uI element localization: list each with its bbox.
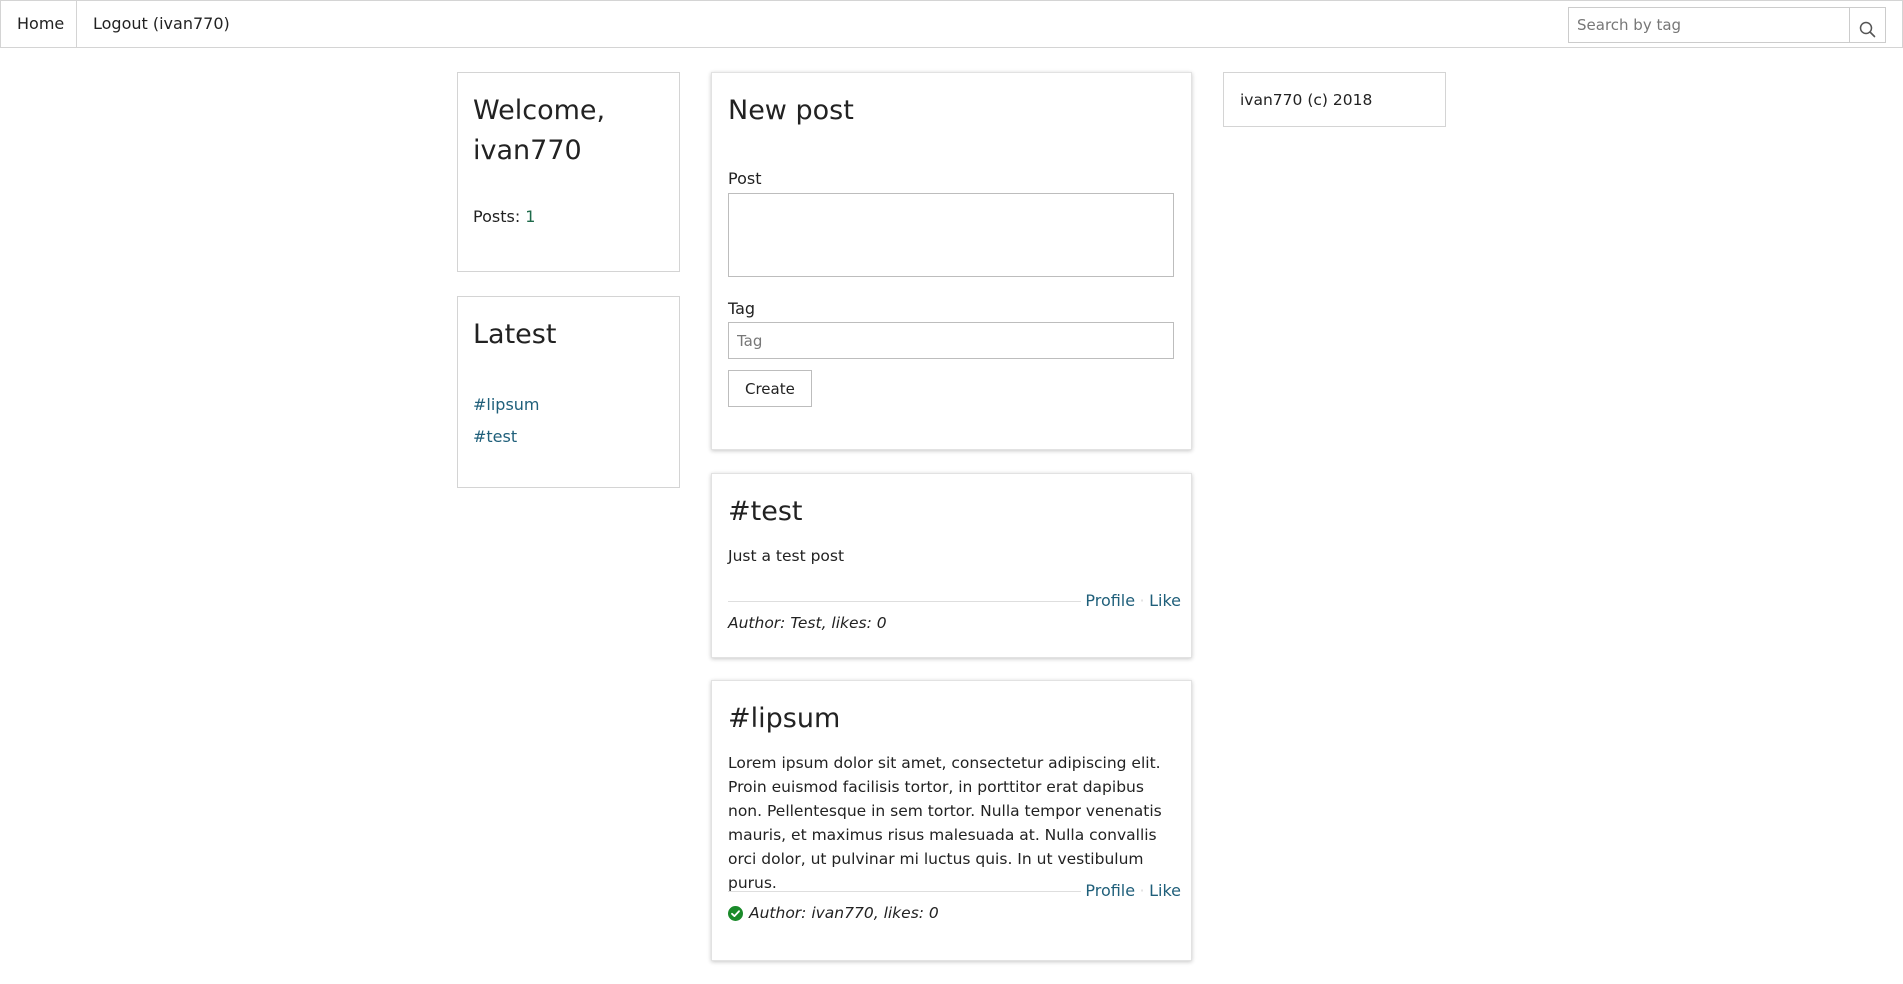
latest-tag-list: #lipsum #test [473, 389, 540, 453]
latest-tag-link[interactable]: #test [473, 421, 540, 453]
welcome-card: Welcome, ivan770 Posts: 1 [457, 72, 680, 272]
posts-count-link[interactable]: 1 [525, 207, 535, 226]
action-separator: · [1139, 881, 1145, 900]
tag-input[interactable] [728, 322, 1174, 359]
action-separator: · [1139, 591, 1145, 610]
post-actions: Profile · Like [728, 589, 1181, 613]
post-textarea[interactable] [728, 193, 1174, 277]
search-form [1568, 7, 1886, 43]
create-post-button[interactable]: Create [728, 370, 812, 407]
welcome-title: Welcome, ivan770 [473, 95, 606, 166]
post-author-text: Author: ivan770, likes: 0 [749, 904, 939, 922]
posts-count-label: Posts: [473, 207, 526, 226]
like-link[interactable]: Like [1149, 591, 1181, 610]
posts-count-line: Posts: 1 [473, 207, 535, 226]
check-circle-icon [728, 906, 743, 921]
footer-card: ivan770 (c) 2018 [1223, 72, 1446, 127]
nav-logout-link[interactable]: Logout (ivan770) [77, 1, 246, 47]
post-field-label: Post [728, 169, 762, 188]
search-icon [1859, 21, 1876, 38]
post-body: Just a test post [728, 547, 845, 565]
latest-tag-link[interactable]: #lipsum [473, 389, 540, 421]
footer-copyright: ivan770 (c) 2018 [1240, 91, 1373, 109]
post-card: #lipsum Lorem ipsum dolor sit amet, cons… [711, 680, 1192, 961]
post-author-line: Author: ivan770, likes: 0 [728, 902, 939, 924]
top-navbar: Home Logout (ivan770) [0, 0, 1903, 48]
post-author-line: Author: Test, likes: 0 [728, 614, 887, 632]
profile-link[interactable]: Profile [1085, 591, 1135, 610]
search-button[interactable] [1849, 7, 1886, 43]
post-tag-title: #test [728, 496, 803, 527]
new-post-card: New post Post Tag Create [711, 72, 1192, 450]
new-post-title: New post [728, 95, 854, 126]
post-card: #test Just a test post Profile · Like Auth… [711, 473, 1192, 658]
post-actions: Profile · Like [728, 879, 1181, 903]
latest-card: Latest #lipsum #test [457, 296, 680, 488]
post-tag-title: #lipsum [728, 703, 841, 734]
profile-link[interactable]: Profile [1085, 881, 1135, 900]
post-body: Lorem ipsum dolor sit amet, consectetur … [728, 754, 1162, 892]
nav-home-link[interactable]: Home [1, 1, 77, 47]
search-input[interactable] [1568, 7, 1850, 43]
like-link[interactable]: Like [1149, 881, 1181, 900]
tag-field-label: Tag [728, 299, 756, 318]
latest-title: Latest [473, 319, 557, 350]
